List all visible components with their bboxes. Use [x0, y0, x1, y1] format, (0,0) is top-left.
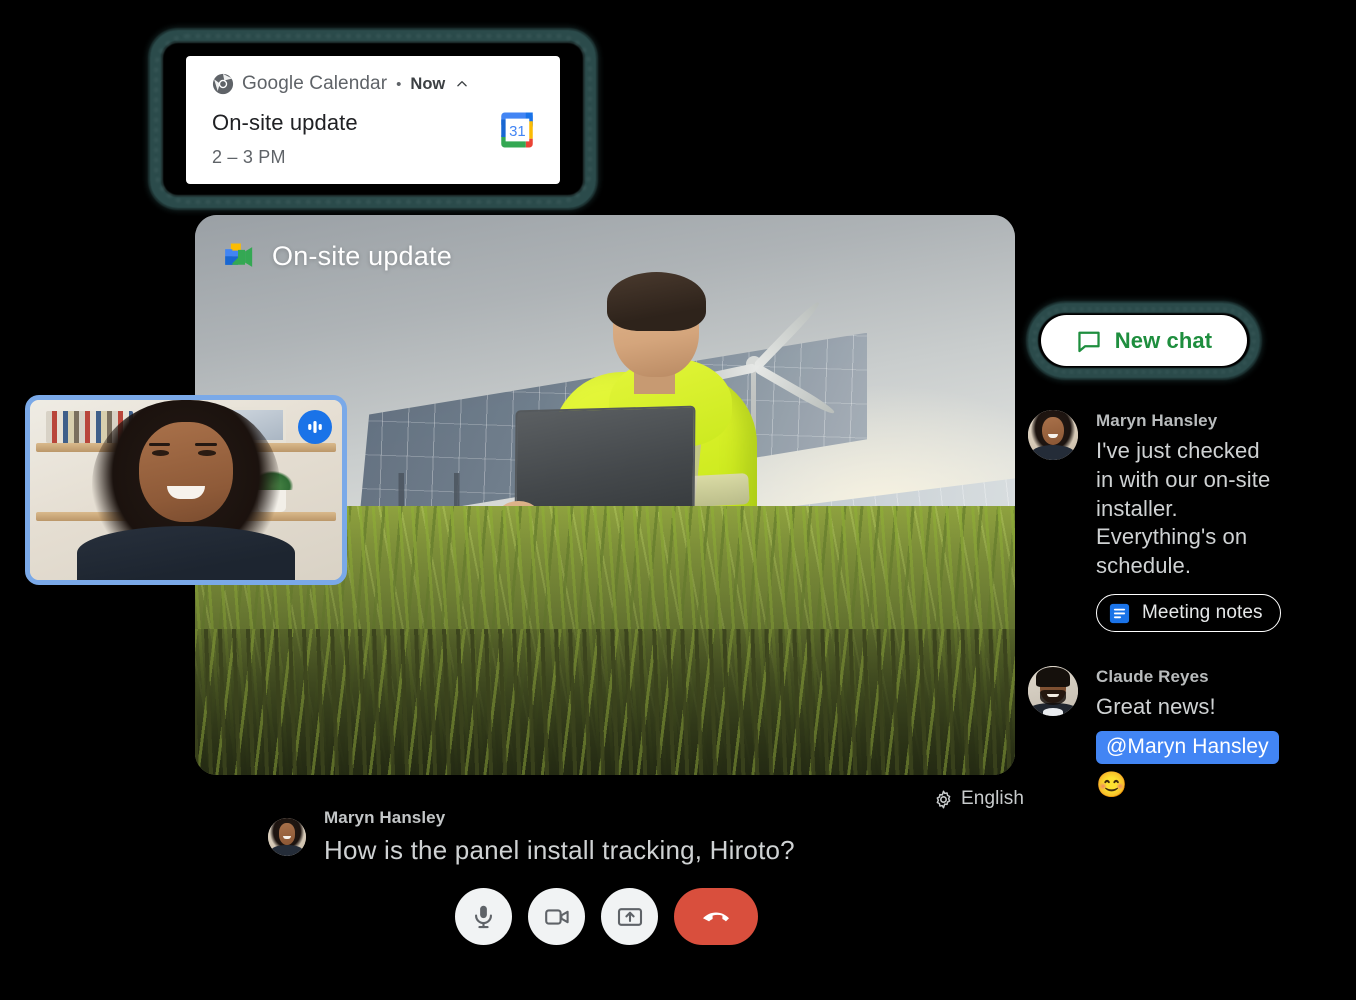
notification-header: Google Calendar • Now	[212, 72, 542, 96]
call-controls-bar	[455, 888, 758, 945]
audio-bars-icon	[298, 410, 332, 444]
caption-language-label: English	[961, 788, 1025, 809]
avatar	[1028, 410, 1078, 460]
caption-language-setting[interactable]: English	[934, 788, 1024, 810]
self-view-video	[30, 400, 342, 580]
notification-event-time: 2 – 3 PM	[212, 147, 286, 167]
chat-message-author: Maryn Hansley	[1096, 411, 1218, 430]
present-screen-icon	[616, 903, 644, 931]
google-meet-icon	[221, 242, 255, 272]
notification-app-name: Google Calendar	[242, 73, 388, 94]
chat-message-text: Great news!	[1096, 694, 1216, 720]
chat-message: Claude Reyes Great news! @Maryn Hansley …	[1028, 666, 1348, 798]
gear-icon	[934, 790, 953, 809]
mention-chip[interactable]: @Maryn Hansley	[1096, 730, 1279, 764]
meeting-header: On-site update	[221, 241, 452, 272]
notification-separator: •	[396, 75, 402, 93]
camera-button[interactable]	[528, 888, 585, 945]
notification-event-title: On-site update	[212, 110, 358, 135]
chrome-icon	[212, 73, 234, 95]
video-camera-icon	[543, 903, 571, 931]
calendar-notification[interactable]: Google Calendar • Now On-site update 2 –…	[150, 30, 596, 208]
notification-time: Now	[410, 74, 446, 93]
caption-transcript: How is the panel install tracking, Hirot…	[324, 835, 795, 865]
chat-message-body: Maryn Hansley I've just checked in with …	[1096, 410, 1348, 633]
caption-text-group: Maryn Hansley How is the panel install t…	[324, 808, 795, 866]
live-caption: Maryn Hansley How is the panel install t…	[268, 808, 795, 866]
chat-bubble-icon	[1076, 328, 1102, 354]
chevron-up-icon[interactable]	[453, 77, 469, 91]
google-docs-icon	[1108, 602, 1131, 625]
svg-text:31: 31	[509, 124, 526, 140]
reaction-emoji[interactable]: 😊	[1096, 772, 1348, 798]
chat-message-text: I've just checked in with our on-site in…	[1096, 438, 1271, 579]
app-root: Google Calendar • Now On-site update 2 –…	[0, 0, 1356, 1000]
meeting-notes-attachment-chip[interactable]: Meeting notes	[1096, 594, 1281, 633]
chat-message-author: Claude Reyes	[1096, 667, 1209, 687]
notification-body: On-site update 2 – 3 PM 31	[212, 109, 542, 168]
avatar	[1028, 666, 1078, 717]
google-calendar-31-icon: 31	[496, 109, 542, 151]
new-chat-button[interactable]: New chat	[1041, 315, 1247, 366]
chat-message: Maryn Hansley I've just checked in with …	[1028, 410, 1348, 633]
present-button[interactable]	[601, 888, 658, 945]
notification-text-group: On-site update 2 – 3 PM	[212, 109, 358, 168]
new-chat-label: New chat	[1114, 327, 1213, 353]
avatar	[268, 818, 306, 856]
end-call-button[interactable]	[674, 888, 758, 945]
meeting-notes-label: Meeting notes	[1142, 602, 1263, 624]
chat-panel: New chat Maryn Hansley I've just checked…	[1028, 303, 1348, 798]
meeting-title: On-site update	[272, 241, 452, 271]
microphone-button[interactable]	[455, 888, 512, 945]
microphone-icon	[470, 903, 497, 930]
self-view-tile[interactable]	[25, 395, 347, 585]
caption-speaker-name: Maryn Hansley	[324, 808, 446, 827]
new-chat-highlight-group: New chat	[1028, 303, 1260, 378]
chat-message-body: Claude Reyes Great news! @Maryn Hansley …	[1096, 666, 1348, 798]
notification-card[interactable]: Google Calendar • Now On-site update 2 –…	[186, 56, 560, 184]
phone-hangup-icon	[699, 898, 733, 935]
